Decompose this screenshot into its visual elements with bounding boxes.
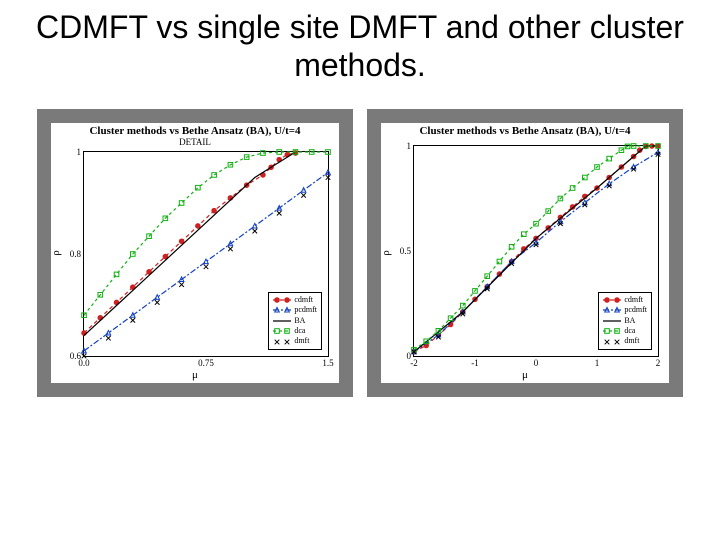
- chart-frame-right: Cluster methods vs Bethe Ansatz (BA), U/…: [367, 109, 683, 397]
- chart-left: Cluster methods vs Bethe Ansatz (BA), U/…: [51, 123, 339, 383]
- legend-swatch: [273, 306, 291, 314]
- legend-label: dca: [624, 326, 635, 336]
- legend-label: pcdmft: [624, 305, 647, 315]
- legend-swatch: [603, 327, 621, 335]
- xtick-label: 1: [595, 356, 600, 368]
- legend-swatch: [273, 317, 291, 325]
- legend-swatch: [603, 338, 621, 346]
- legend: cdmftpcdmftBAdcadmft: [268, 292, 322, 350]
- xtick-label: -1: [471, 356, 479, 368]
- charts-row: Cluster methods vs Bethe Ansatz (BA), U/…: [0, 109, 720, 397]
- legend-item: cdmft: [603, 295, 647, 305]
- legend-item: BA: [273, 316, 317, 326]
- chart-right-plot-area: 00.51-2-1012cdmftpcdmftBAdcadmft: [413, 145, 659, 357]
- chart-left-ylabel: ρ: [50, 250, 62, 256]
- chart-frame-left: Cluster methods vs Bethe Ansatz (BA), U/…: [37, 109, 353, 397]
- page-title: CDMFT vs single site DMFT and other clus…: [0, 0, 720, 89]
- xtick-label: 0.0: [78, 356, 89, 368]
- ytick-label: 1: [407, 141, 415, 151]
- ytick-label: 0.5: [400, 246, 414, 256]
- legend-item: dmft: [603, 336, 647, 346]
- xtick-label: 1.5: [322, 356, 333, 368]
- legend-label: pcdmft: [294, 305, 317, 315]
- chart-right-xlabel: μ: [381, 369, 669, 381]
- chart-right-title: Cluster methods vs Bethe Ansatz (BA), U/…: [381, 125, 669, 137]
- legend-label: BA: [294, 316, 305, 326]
- legend-label: dmft: [294, 336, 309, 346]
- legend-item: cdmft: [273, 295, 317, 305]
- legend-swatch: [603, 306, 621, 314]
- legend-item: BA: [603, 316, 647, 326]
- xtick-label: 0: [534, 356, 539, 368]
- chart-right-ylabel: ρ: [380, 250, 392, 256]
- xtick-label: 0.75: [198, 356, 214, 368]
- xtick-label: 2: [656, 356, 661, 368]
- ytick-label: 1: [77, 147, 85, 157]
- chart-left-title: Cluster methods vs Bethe Ansatz (BA), U/…: [51, 125, 339, 137]
- legend-swatch: [603, 317, 621, 325]
- legend-label: cdmft: [624, 295, 643, 305]
- legend-label: BA: [624, 316, 635, 326]
- chart-right: Cluster methods vs Bethe Ansatz (BA), U/…: [381, 123, 669, 383]
- legend-item: pcdmft: [273, 305, 317, 315]
- legend-swatch: [273, 338, 291, 346]
- legend-swatch: [273, 327, 291, 335]
- legend-label: cdmft: [294, 295, 313, 305]
- legend-item: pcdmft: [603, 305, 647, 315]
- legend-item: dca: [603, 326, 647, 336]
- legend-item: dca: [273, 326, 317, 336]
- legend-label: dmft: [624, 336, 639, 346]
- legend: cdmftpcdmftBAdcadmft: [598, 292, 652, 350]
- ytick-label: 0.8: [70, 249, 84, 259]
- legend-label: dca: [294, 326, 305, 336]
- legend-item: dmft: [273, 336, 317, 346]
- chart-left-plot-area: 0.60.810.00.751.5cdmftpcdmftBAdcadmft: [83, 151, 329, 357]
- xtick-label: -2: [410, 356, 418, 368]
- legend-swatch: [273, 296, 291, 304]
- legend-swatch: [603, 296, 621, 304]
- chart-left-xlabel: μ: [51, 369, 339, 381]
- chart-left-subtitle: DETAIL: [51, 137, 339, 147]
